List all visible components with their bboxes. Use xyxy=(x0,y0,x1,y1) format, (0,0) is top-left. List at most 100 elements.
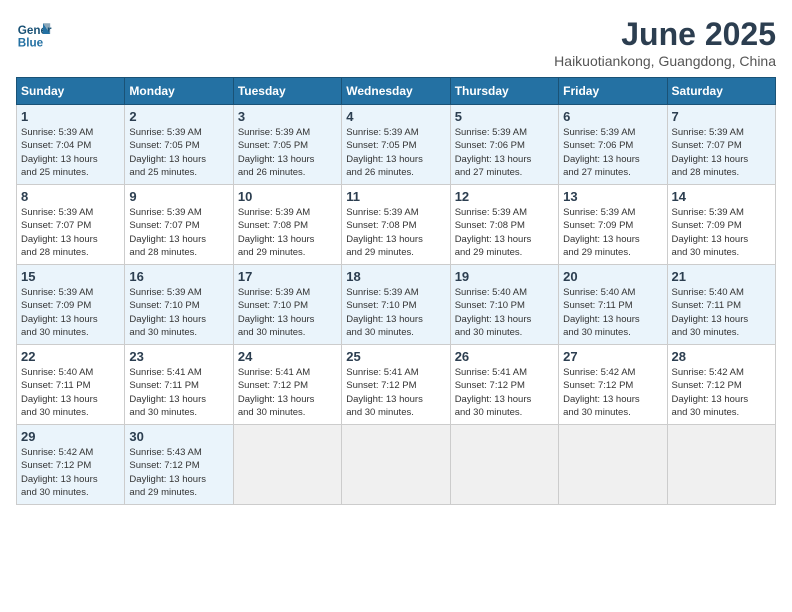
logo: General Blue xyxy=(16,16,52,52)
day-info: Sunrise: 5:41 AM Sunset: 7:11 PM Dayligh… xyxy=(129,366,228,419)
day-info: Sunrise: 5:39 AM Sunset: 7:08 PM Dayligh… xyxy=(238,206,337,259)
calendar-week-row: 8 Sunrise: 5:39 AM Sunset: 7:07 PM Daylig… xyxy=(17,185,776,265)
day-info: Sunrise: 5:39 AM Sunset: 7:05 PM Dayligh… xyxy=(346,126,445,179)
svg-text:Blue: Blue xyxy=(18,37,44,50)
day-info: Sunrise: 5:39 AM Sunset: 7:07 PM Dayligh… xyxy=(672,126,771,179)
day-info: Sunrise: 5:42 AM Sunset: 7:12 PM Dayligh… xyxy=(563,366,662,419)
calendar-body: 1Sunrise: 5:39 AM Sunset: 7:04 PM Daylig… xyxy=(17,105,776,505)
calendar-cell: 7 Sunrise: 5:39 AM Sunset: 7:07 PM Daylig… xyxy=(667,105,775,185)
location-title: Haikuotiankong, Guangdong, China xyxy=(554,53,776,69)
weekday-header: Thursday xyxy=(450,78,558,105)
calendar-cell: 14 Sunrise: 5:39 AM Sunset: 7:09 PM Dayli… xyxy=(667,185,775,265)
day-info: Sunrise: 5:39 AM Sunset: 7:10 PM Dayligh… xyxy=(346,286,445,339)
day-info: Sunrise: 5:39 AM Sunset: 7:09 PM Dayligh… xyxy=(21,286,120,339)
calendar-cell: 28 Sunrise: 5:42 AM Sunset: 7:12 PM Dayli… xyxy=(667,345,775,425)
day-number: 24 xyxy=(238,349,337,364)
day-number: 25 xyxy=(346,349,445,364)
day-number: 30 xyxy=(129,429,228,444)
day-number: 8 xyxy=(21,189,120,204)
calendar-cell: 4 Sunrise: 5:39 AM Sunset: 7:05 PM Daylig… xyxy=(342,105,450,185)
calendar-cell xyxy=(559,425,667,505)
day-info: Sunrise: 5:40 AM Sunset: 7:11 PM Dayligh… xyxy=(21,366,120,419)
logo-icon: General Blue xyxy=(16,16,52,52)
calendar-cell xyxy=(233,425,341,505)
day-number: 3 xyxy=(238,109,337,124)
month-title: June 2025 xyxy=(554,16,776,53)
day-number: 10 xyxy=(238,189,337,204)
day-number: 11 xyxy=(346,189,445,204)
day-number: 14 xyxy=(672,189,771,204)
calendar-table: SundayMondayTuesdayWednesdayThursdayFrid… xyxy=(16,77,776,505)
day-number: 2 xyxy=(129,109,228,124)
calendar-cell: 16Sunrise: 5:39 AM Sunset: 7:10 PM Dayli… xyxy=(125,265,233,345)
calendar-cell: 19 Sunrise: 5:40 AM Sunset: 7:10 PM Dayli… xyxy=(450,265,558,345)
day-info: Sunrise: 5:42 AM Sunset: 7:12 PM Dayligh… xyxy=(672,366,771,419)
day-number: 21 xyxy=(672,269,771,284)
weekday-header: Tuesday xyxy=(233,78,341,105)
day-info: Sunrise: 5:40 AM Sunset: 7:11 PM Dayligh… xyxy=(672,286,771,339)
day-number: 4 xyxy=(346,109,445,124)
day-info: Sunrise: 5:39 AM Sunset: 7:05 PM Dayligh… xyxy=(238,126,337,179)
day-info: Sunrise: 5:39 AM Sunset: 7:09 PM Dayligh… xyxy=(563,206,662,259)
day-number: 15 xyxy=(21,269,120,284)
day-info: Sunrise: 5:40 AM Sunset: 7:11 PM Dayligh… xyxy=(563,286,662,339)
calendar-cell: 9 Sunrise: 5:39 AM Sunset: 7:07 PM Daylig… xyxy=(125,185,233,265)
calendar-cell xyxy=(667,425,775,505)
day-number: 6 xyxy=(563,109,662,124)
header-row: SundayMondayTuesdayWednesdayThursdayFrid… xyxy=(17,78,776,105)
day-number: 12 xyxy=(455,189,554,204)
day-info: Sunrise: 5:39 AM Sunset: 7:07 PM Dayligh… xyxy=(21,206,120,259)
calendar-cell: 29Sunrise: 5:42 AM Sunset: 7:12 PM Dayli… xyxy=(17,425,125,505)
calendar-header: SundayMondayTuesdayWednesdayThursdayFrid… xyxy=(17,78,776,105)
day-info: Sunrise: 5:43 AM Sunset: 7:12 PM Dayligh… xyxy=(129,446,228,499)
calendar-cell: 6 Sunrise: 5:39 AM Sunset: 7:06 PM Daylig… xyxy=(559,105,667,185)
day-info: Sunrise: 5:39 AM Sunset: 7:10 PM Dayligh… xyxy=(129,286,228,339)
calendar-cell: 24Sunrise: 5:41 AM Sunset: 7:12 PM Dayli… xyxy=(233,345,341,425)
title-area: June 2025 Haikuotiankong, Guangdong, Chi… xyxy=(554,16,776,69)
day-number: 7 xyxy=(672,109,771,124)
day-number: 23 xyxy=(129,349,228,364)
day-number: 1 xyxy=(21,109,120,124)
day-number: 5 xyxy=(455,109,554,124)
calendar-cell: 8 Sunrise: 5:39 AM Sunset: 7:07 PM Daylig… xyxy=(17,185,125,265)
calendar-cell: 25Sunrise: 5:41 AM Sunset: 7:12 PM Dayli… xyxy=(342,345,450,425)
day-info: Sunrise: 5:39 AM Sunset: 7:08 PM Dayligh… xyxy=(346,206,445,259)
day-number: 26 xyxy=(455,349,554,364)
calendar-week-row: 22Sunrise: 5:40 AM Sunset: 7:11 PM Dayli… xyxy=(17,345,776,425)
calendar-cell: 30 Sunrise: 5:43 AM Sunset: 7:12 PM Dayli… xyxy=(125,425,233,505)
calendar-cell: 18 Sunrise: 5:39 AM Sunset: 7:10 PM Dayli… xyxy=(342,265,450,345)
weekday-header: Wednesday xyxy=(342,78,450,105)
weekday-header: Monday xyxy=(125,78,233,105)
calendar-cell: 2 Sunrise: 5:39 AM Sunset: 7:05 PM Daylig… xyxy=(125,105,233,185)
day-number: 9 xyxy=(129,189,228,204)
day-info: Sunrise: 5:39 AM Sunset: 7:05 PM Dayligh… xyxy=(129,126,228,179)
calendar-cell: 15 Sunrise: 5:39 AM Sunset: 7:09 PM Dayli… xyxy=(17,265,125,345)
calendar-cell xyxy=(450,425,558,505)
weekday-header: Sunday xyxy=(17,78,125,105)
day-number: 17 xyxy=(238,269,337,284)
day-info: Sunrise: 5:39 AM Sunset: 7:06 PM Dayligh… xyxy=(455,126,554,179)
day-info: Sunrise: 5:41 AM Sunset: 7:12 PM Dayligh… xyxy=(455,366,554,419)
day-info: Sunrise: 5:39 AM Sunset: 7:07 PM Dayligh… xyxy=(129,206,228,259)
day-number: 19 xyxy=(455,269,554,284)
calendar-cell: 5 Sunrise: 5:39 AM Sunset: 7:06 PM Daylig… xyxy=(450,105,558,185)
day-number: 27 xyxy=(563,349,662,364)
weekday-header: Saturday xyxy=(667,78,775,105)
calendar-week-row: 15 Sunrise: 5:39 AM Sunset: 7:09 PM Dayli… xyxy=(17,265,776,345)
day-info: Sunrise: 5:39 AM Sunset: 7:06 PM Dayligh… xyxy=(563,126,662,179)
calendar-cell: 3 Sunrise: 5:39 AM Sunset: 7:05 PM Daylig… xyxy=(233,105,341,185)
calendar-cell: 22Sunrise: 5:40 AM Sunset: 7:11 PM Dayli… xyxy=(17,345,125,425)
calendar-cell: 10 Sunrise: 5:39 AM Sunset: 7:08 PM Dayli… xyxy=(233,185,341,265)
calendar-cell: 26 Sunrise: 5:41 AM Sunset: 7:12 PM Dayli… xyxy=(450,345,558,425)
day-info: Sunrise: 5:39 AM Sunset: 7:10 PM Dayligh… xyxy=(238,286,337,339)
calendar-cell: 20 Sunrise: 5:40 AM Sunset: 7:11 PM Dayli… xyxy=(559,265,667,345)
day-info: Sunrise: 5:39 AM Sunset: 7:09 PM Dayligh… xyxy=(672,206,771,259)
day-info: Sunrise: 5:42 AM Sunset: 7:12 PM Dayligh… xyxy=(21,446,120,499)
calendar-cell: 21 Sunrise: 5:40 AM Sunset: 7:11 PM Dayli… xyxy=(667,265,775,345)
calendar-cell: 11 Sunrise: 5:39 AM Sunset: 7:08 PM Dayli… xyxy=(342,185,450,265)
calendar-cell: 13Sunrise: 5:39 AM Sunset: 7:09 PM Dayli… xyxy=(559,185,667,265)
day-info: Sunrise: 5:40 AM Sunset: 7:10 PM Dayligh… xyxy=(455,286,554,339)
day-number: 20 xyxy=(563,269,662,284)
day-number: 28 xyxy=(672,349,771,364)
day-number: 18 xyxy=(346,269,445,284)
